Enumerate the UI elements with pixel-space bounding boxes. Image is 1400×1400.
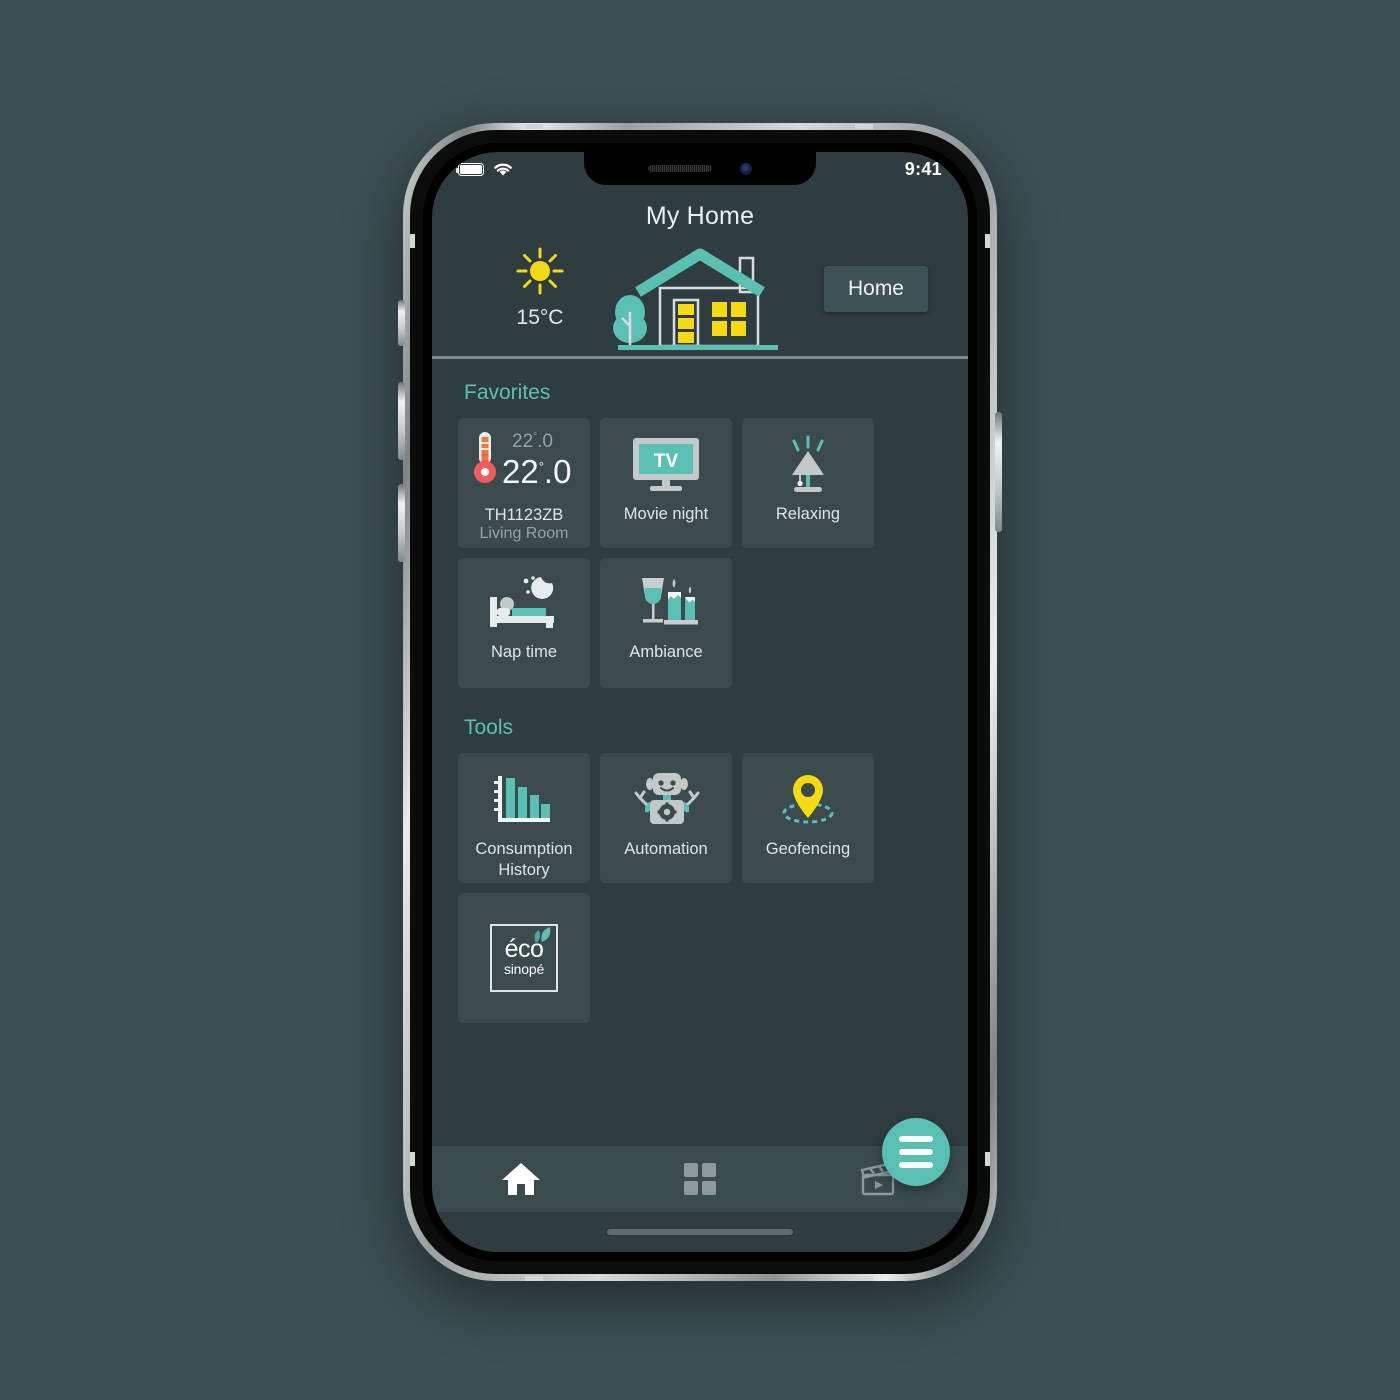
eco-leaves-icon	[534, 927, 551, 943]
mute-switch-button[interactable]	[398, 300, 405, 346]
volume-up-button[interactable]	[398, 382, 405, 460]
home-location-button[interactable]: Home	[823, 266, 928, 312]
favorites-grid: 22°.0 22°.0 TH1123ZB Living Room TV Movi…	[458, 418, 942, 688]
phone-notch	[584, 152, 816, 185]
hamburger-menu-icon-bar	[899, 1149, 933, 1155]
antenna-band	[410, 234, 415, 248]
lamp-icon	[792, 435, 824, 492]
home-icon	[502, 1163, 541, 1195]
status-bar-clock: 9:41	[904, 158, 942, 179]
hamburger-menu-icon-bar	[899, 1162, 933, 1168]
weather-widget: 15°C	[492, 245, 588, 330]
phone-bezel: 9:41 My Home 15°C Home Favorites 22°.0 2…	[423, 143, 977, 1261]
volume-down-button[interactable]	[398, 484, 405, 562]
tool-label-automation: Automation	[624, 840, 708, 858]
menu-fab-button[interactable]	[882, 1118, 950, 1186]
tools-grid: Consumption History Automation Geofencin…	[458, 753, 942, 1023]
house-illustration	[600, 244, 800, 357]
favorite-label-movie-night: Movie night	[623, 505, 709, 523]
sun-icon	[516, 247, 564, 295]
home-indicator-area	[432, 1212, 968, 1252]
tool-card-consumption-history[interactable]: Consumption History	[458, 753, 590, 883]
favorite-card-relaxing[interactable]: Relaxing	[742, 418, 874, 548]
favorite-label-relaxing: Relaxing	[775, 505, 841, 523]
antenna-band	[855, 1276, 873, 1281]
favorites-section-title: Favorites	[464, 381, 551, 404]
tab-devices[interactable]	[611, 1162, 790, 1196]
tab-home[interactable]	[432, 1160, 611, 1198]
tool-label-consumption-history: Consumption History	[475, 840, 573, 879]
tools-section-title: Tools	[464, 716, 514, 739]
bed-moon-icon	[490, 576, 554, 628]
weather-temperature: 15°C	[516, 306, 564, 329]
tool-label-geofencing: Geofencing	[765, 840, 851, 858]
antenna-band	[855, 124, 873, 129]
phone-screen: 9:41 My Home 15°C Home Favorites 22°.0 2…	[432, 152, 968, 1252]
map-pin-icon	[782, 775, 834, 824]
home-header-strip: 15°C Home	[432, 241, 968, 359]
tv-icon: TV	[633, 438, 699, 491]
status-bar-left	[455, 161, 514, 177]
thermostat-device-name: TH1123ZB	[484, 505, 564, 524]
favorite-card-ambiance[interactable]: Ambiance	[600, 558, 732, 688]
favorite-card-thermostat[interactable]: 22°.0 22°.0 TH1123ZB Living Room	[458, 418, 590, 548]
page-title: My Home	[645, 202, 755, 230]
antenna-band	[525, 124, 543, 129]
favorite-card-nap-time[interactable]: Nap time	[458, 558, 590, 688]
hamburger-menu-icon-bar	[899, 1136, 933, 1142]
antenna-band	[525, 1276, 543, 1281]
home-indicator[interactable]	[607, 1229, 793, 1235]
tool-card-eco-sinope[interactable]: éco sinopé	[458, 893, 590, 1023]
antenna-band	[985, 234, 990, 248]
front-camera-icon	[740, 162, 752, 175]
tv-icon-text: TV	[654, 451, 679, 472]
eco-logo-sub-text: sinopé	[503, 961, 545, 978]
antenna-band	[985, 1152, 990, 1166]
power-button[interactable]	[995, 412, 1002, 532]
thermostat-room-name: Living Room	[479, 525, 569, 543]
grid-icon	[684, 1163, 716, 1195]
tool-card-automation[interactable]: Automation	[600, 753, 732, 883]
screenshot-stage: 9:41 My Home 15°C Home Favorites 22°.0 2…	[0, 0, 1400, 1400]
thermometer-icon	[474, 432, 496, 483]
earpiece-speaker-icon	[648, 165, 712, 172]
thermostat-setpoint: 22°.0	[512, 431, 553, 452]
battery-full-icon	[455, 162, 484, 176]
favorite-label-ambiance: Ambiance	[629, 643, 703, 661]
wine-candles-icon	[642, 578, 698, 625]
bar-chart-icon	[494, 776, 550, 822]
wifi-icon	[494, 163, 512, 176]
bottom-tab-bar	[432, 1118, 968, 1212]
antenna-band	[410, 1152, 415, 1166]
tool-card-geofencing[interactable]: Geofencing	[742, 753, 874, 883]
thermostat-current-temperature: 22°.0	[502, 453, 572, 490]
home-content: Favorites 22°.0 22°.0 TH1123ZB Living Ro…	[432, 359, 968, 1146]
eco-sinope-logo: éco sinopé	[490, 924, 558, 992]
robot-icon	[634, 773, 700, 824]
app-container: My Home 15°C Home Favorites 22°.0 22°.0 …	[432, 152, 968, 1252]
favorite-label-nap-time: Nap time	[490, 643, 558, 661]
favorite-card-movie-night[interactable]: TV Movie night	[600, 418, 732, 548]
phone-device-frame: 9:41 My Home 15°C Home Favorites 22°.0 2…	[403, 123, 997, 1281]
phone-inner-frame: 9:41 My Home 15°C Home Favorites 22°.0 2…	[410, 130, 990, 1274]
